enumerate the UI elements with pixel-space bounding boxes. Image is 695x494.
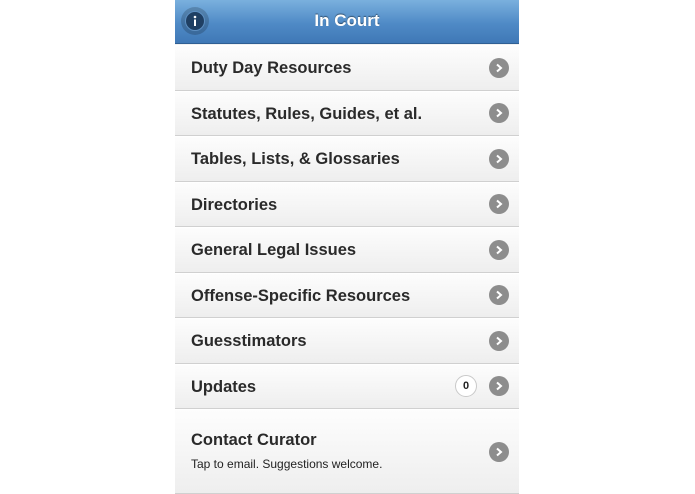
list-item-duty-day-resources[interactable]: Duty Day Resources [175,45,519,91]
app-screen: In Court Duty Day Resources Statutes, Ru… [175,0,519,494]
list-item-label: Updates [191,377,257,396]
list-item-directories[interactable]: Directories [175,181,519,227]
list-item-statutes-rules-guides[interactable]: Statutes, Rules, Guides, et al. [175,90,519,136]
list-item-label: Duty Day Resources [191,59,352,77]
chevron-right-icon [489,330,509,351]
list-item-tables-lists-glossaries[interactable]: Tables, Lists, & Glossaries [175,136,519,182]
list-item-label: Statutes, Rules, Guides, et al. [191,104,423,123]
count-badge: 0 [455,375,477,398]
chevron-right-icon [489,57,509,78]
list-item-guesstimators[interactable]: Guesstimators [175,318,519,364]
chevron-right-icon [489,441,509,462]
chevron-right-icon [489,103,509,124]
list-item-contact-curator[interactable]: Contact Curator Tap to email. Suggestion… [175,409,519,494]
menu-list: Duty Day Resources Statutes, Rules, Guid… [175,45,519,494]
header-bar: In Court [175,0,519,44]
list-item-label: Contact Curator [191,431,317,449]
chevron-right-icon [489,148,509,169]
page-title: In Court [314,11,380,30]
list-item-label: Tables, Lists, & Glossaries [191,150,400,168]
chevron-right-icon [489,376,509,397]
chevron-right-icon [489,194,509,215]
list-item-label: Directories [191,195,278,214]
list-item-general-legal-issues[interactable]: General Legal Issues [175,227,519,273]
list-item-label: General Legal Issues [191,241,357,259]
list-item-label: Guesstimators [191,332,307,350]
chevron-right-icon [489,239,509,260]
chevron-right-icon [489,285,509,306]
list-item-updates[interactable]: Updates 0 [175,363,519,409]
list-item-subtitle: Tap to email. Suggestions welcome. [191,457,383,471]
list-item-label: Offense-Specific Resources [191,286,411,305]
list-item-offense-specific-resources[interactable]: Offense-Specific Resources [175,272,519,318]
